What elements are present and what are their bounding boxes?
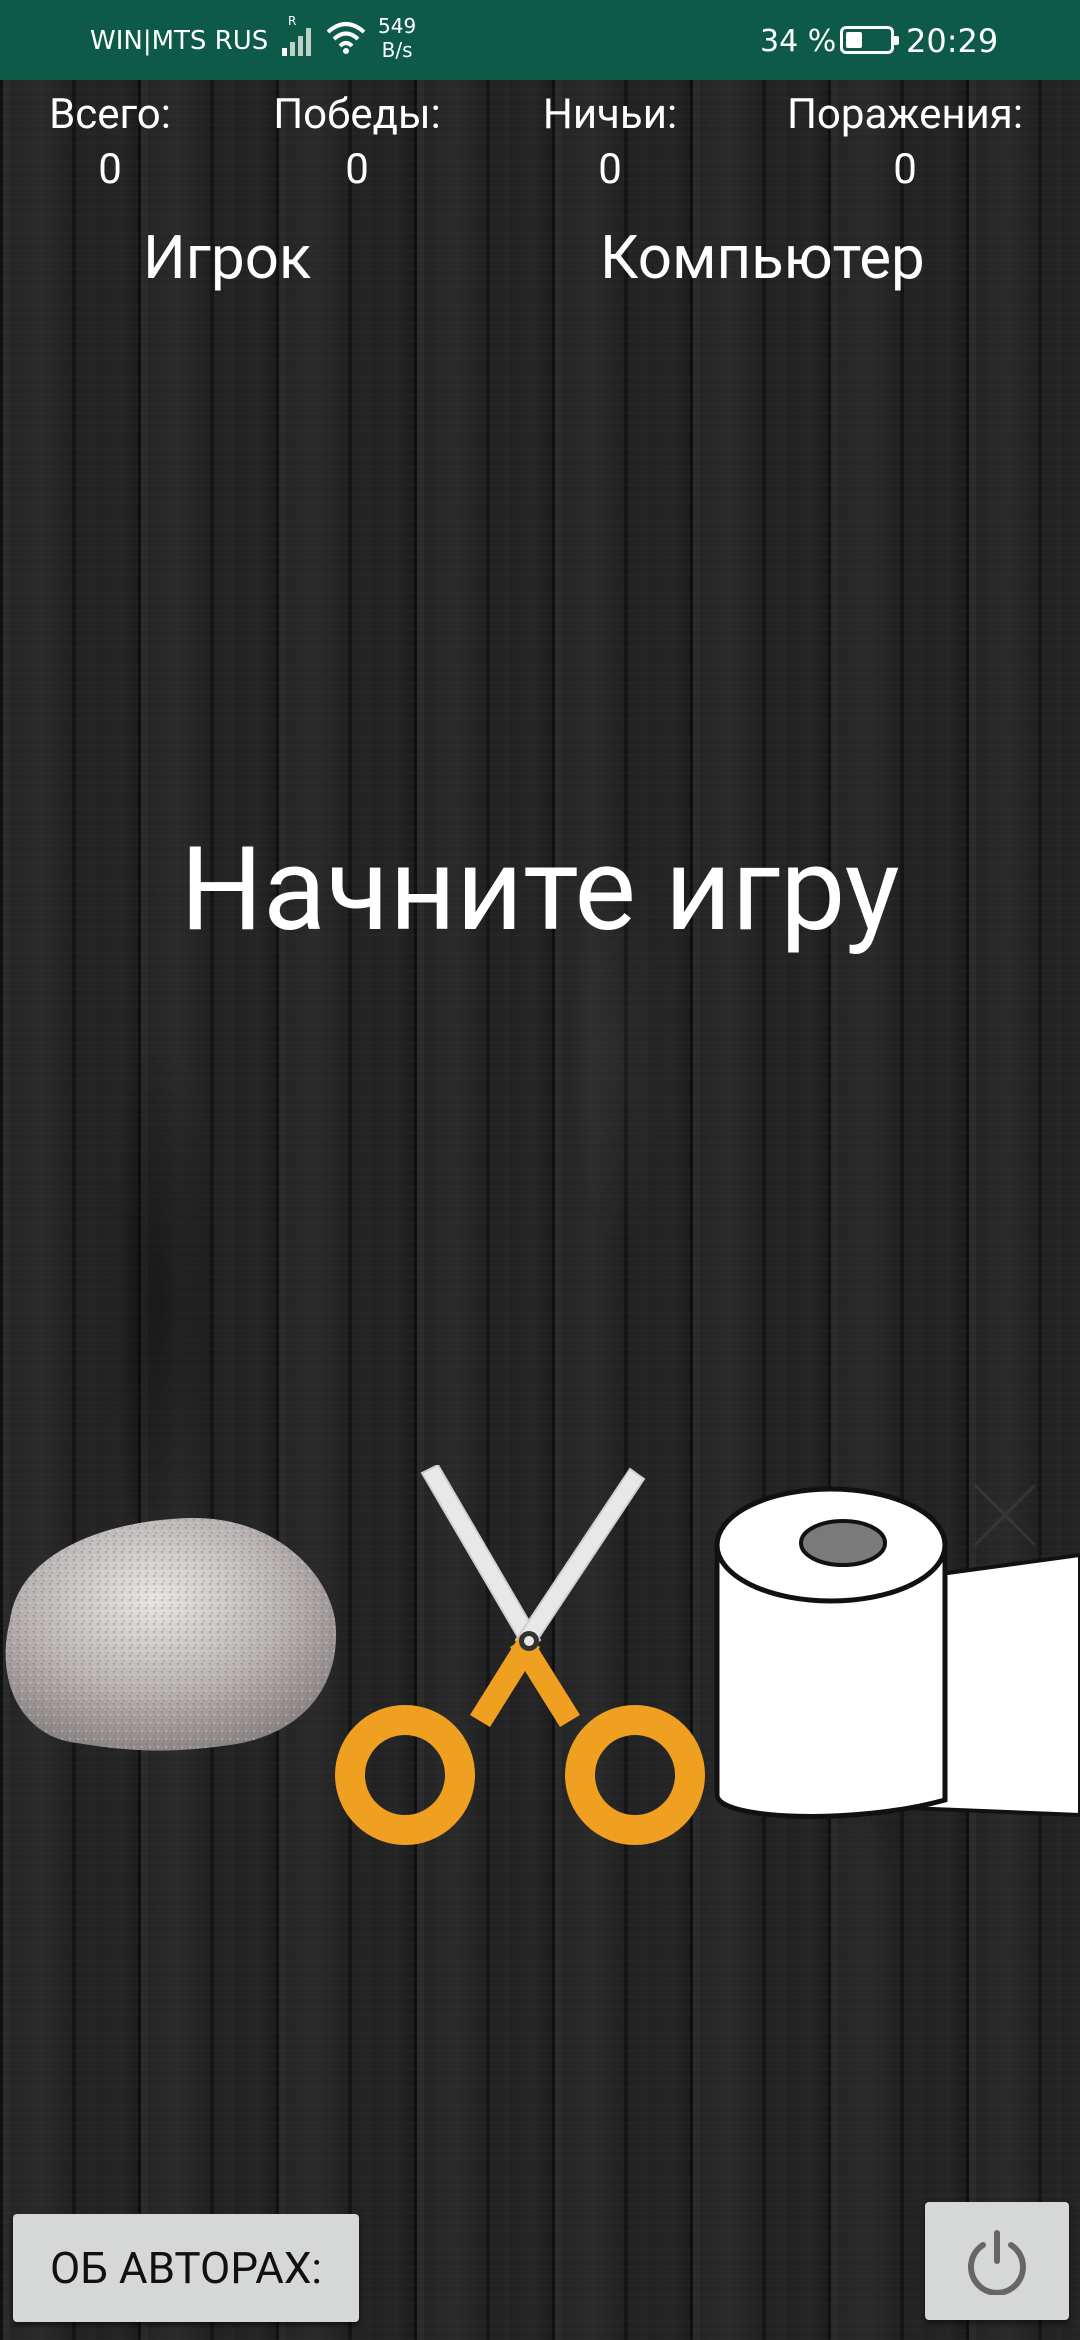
signal-icon xyxy=(282,22,316,56)
stone-choice-button[interactable] xyxy=(0,1510,340,1755)
total-value: 0 xyxy=(98,145,122,194)
clock: 20:29 xyxy=(906,22,999,60)
about-authors-button[interactable]: ОБ АВТОРАХ: xyxy=(13,2214,359,2322)
network-speed-unit: B/s xyxy=(381,38,413,62)
power-icon xyxy=(968,2230,1026,2295)
carrier-name: WIN|MTS RUS xyxy=(90,26,269,56)
score-draws: Ничьи: 0 xyxy=(490,90,730,200)
scissors-icon xyxy=(335,1463,705,1845)
player-label: Игрок xyxy=(143,222,312,293)
paper-roll-icon xyxy=(714,1483,1080,1819)
stone-icon xyxy=(5,1517,337,1751)
draws-label: Ничьи: xyxy=(542,90,678,139)
network-speed: 549 B/s xyxy=(378,14,416,62)
network-speed-value: 549 xyxy=(378,14,417,38)
draws-value: 0 xyxy=(598,145,622,194)
scissors-choice-button[interactable] xyxy=(330,1463,720,1855)
score-losses: Поражения: 0 xyxy=(785,90,1025,200)
battery-icon xyxy=(840,26,899,54)
game-status-message: Начните игру xyxy=(180,822,900,958)
wins-label: Победы: xyxy=(273,90,441,139)
wood-background xyxy=(0,0,1080,2340)
total-label: Всего: xyxy=(49,90,171,139)
status-bar: WIN|MTS RUS R 549 B/s 34 % 20:29 xyxy=(0,0,1080,80)
exit-button[interactable] xyxy=(925,2202,1069,2320)
losses-value: 0 xyxy=(893,145,917,194)
score-total: Всего: 0 xyxy=(0,90,230,200)
score-wins: Победы: 0 xyxy=(237,90,477,200)
computer-label: Компьютер xyxy=(600,222,925,293)
losses-label: Поражения: xyxy=(786,90,1024,139)
paper-choice-button[interactable] xyxy=(705,1475,1080,1855)
wifi-icon xyxy=(326,22,366,54)
battery-percent: 34 % xyxy=(760,24,837,59)
wins-value: 0 xyxy=(345,145,369,194)
